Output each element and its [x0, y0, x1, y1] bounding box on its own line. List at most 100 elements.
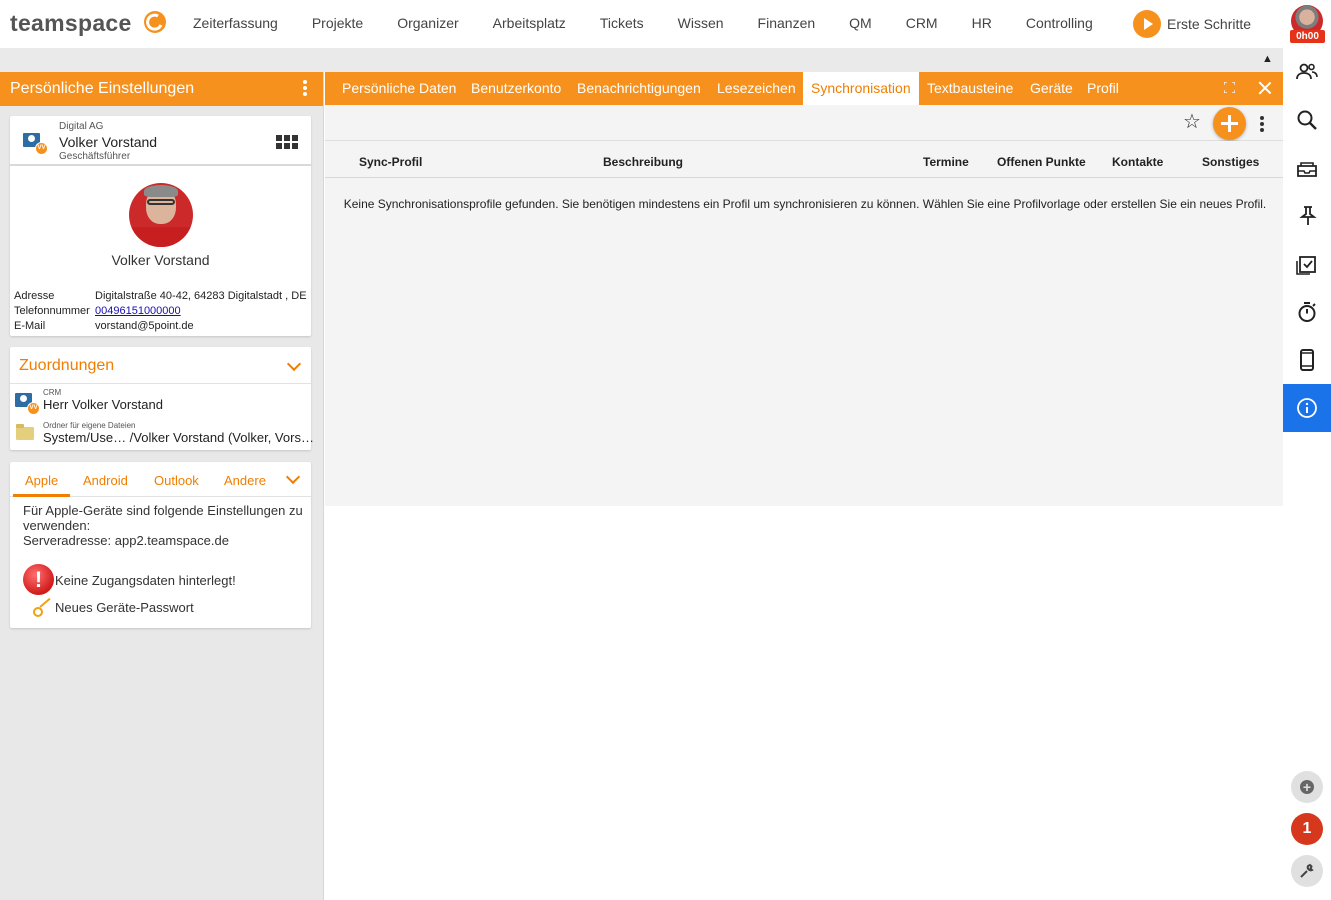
nav-crm[interactable]: CRM [889, 0, 955, 48]
sync-profiles-table: Sync-Profil Beschreibung Termine Offenen… [325, 141, 1283, 506]
table-header: Sync-Profil Beschreibung Termine Offenen… [325, 141, 1283, 178]
first-steps-label: Erste Schritte [1167, 16, 1252, 32]
chevron-down-icon[interactable] [286, 356, 302, 372]
col-offene-punkte[interactable]: Offenen Punkte [997, 155, 1086, 169]
settings-tabbar: Persönliche Daten Benutzerkonto Benachri… [325, 72, 1283, 105]
close-icon[interactable] [1258, 81, 1272, 95]
phone-link[interactable]: 00496151000000 [95, 305, 181, 317]
warning-icon: ! [23, 564, 54, 595]
tab-geraete[interactable]: Geräte [1022, 72, 1081, 105]
assignments-card: Zuordnungen VV CRM Herr Volker Vorstand … [10, 347, 314, 450]
sidebar-header: Persönliche Einstellungen [0, 72, 323, 106]
star-icon[interactable]: ☆ [1183, 111, 1201, 133]
nav-wissen[interactable]: Wissen [661, 0, 741, 48]
nav-organizer[interactable]: Organizer [380, 0, 475, 48]
devices-card: Apple Android Outlook Andere Für Apple-G… [10, 462, 311, 628]
tab-persoenliche-daten[interactable]: Persönliche Daten [334, 72, 464, 105]
crm-label: CRM [43, 388, 62, 397]
folder-icon [16, 424, 34, 440]
profile-role: Geschäftsführer [59, 151, 131, 162]
address-value: Digitalstraße 40-42, 64283 Digitalstadt … [95, 290, 307, 302]
col-beschreibung[interactable]: Beschreibung [603, 155, 683, 169]
crm-link[interactable]: Herr Volker Vorstand [43, 397, 163, 412]
tab-synchronisation[interactable]: Synchronisation [803, 72, 919, 105]
nav-finanzen[interactable]: Finanzen [741, 0, 833, 48]
inbox-icon[interactable] [1283, 144, 1331, 192]
tab-apple[interactable]: Apple [25, 473, 58, 488]
mobile-icon[interactable] [1283, 336, 1331, 384]
nav-tickets[interactable]: Tickets [583, 0, 661, 48]
email-row: E-Mail vorstand@5point.de [14, 320, 194, 332]
pin-icon[interactable] [1283, 192, 1331, 240]
profile-card: VV Digital AG Volker Vorstand Geschäftsf… [10, 116, 311, 336]
tab-textbausteine[interactable]: Textbausteine [919, 72, 1021, 105]
address-row: Adresse Digitalstraße 40-42, 64283 Digita… [14, 290, 307, 302]
active-tab-indicator [13, 494, 70, 497]
grid-icon[interactable] [276, 135, 298, 149]
tab-andere[interactable]: Andere [224, 473, 266, 488]
profile-card-header: VV Digital AG Volker Vorstand Geschäftsf… [10, 116, 311, 166]
timer-icon[interactable] [1283, 288, 1331, 336]
sidebar-title: Persönliche Einstellungen [10, 80, 195, 97]
new-device-password-link[interactable]: Neues Geräte-Passwort [55, 600, 194, 615]
notifications-badge[interactable]: 1 [1291, 813, 1323, 845]
contact-card-icon: VV [23, 132, 49, 155]
email-label: E-Mail [14, 320, 46, 332]
profile-photo[interactable] [129, 183, 193, 247]
fullscreen-icon[interactable] [1224, 82, 1235, 93]
email-value: vorstand@5point.de [95, 320, 194, 332]
device-intro-text: Für Apple-Geräte sind folgende Einstellu… [23, 503, 303, 533]
content-toolbar: ☆ [325, 105, 1283, 141]
tasks-icon[interactable] [1283, 240, 1331, 288]
folder-link[interactable]: System/Use… /Volker Vorstand (Volker, Vo… [43, 430, 314, 445]
divider [10, 383, 311, 384]
contacts-icon[interactable] [1283, 48, 1331, 96]
tab-lesezeichen[interactable]: Lesezeichen [709, 72, 804, 105]
timer-badge[interactable]: 0h00 [1290, 30, 1325, 43]
tab-outlook[interactable]: Outlook [154, 473, 199, 488]
tab-benachrichtigungen[interactable]: Benachrichtigungen [569, 72, 709, 105]
phone-row: Telefonnummer 00496151000000 [14, 305, 181, 317]
col-termine[interactable]: Termine [923, 155, 969, 169]
collapse-strip [0, 48, 1283, 72]
chevron-down-icon[interactable] [285, 469, 301, 485]
phone-label: Telefonnummer [14, 305, 90, 317]
kebab-menu-icon[interactable] [303, 80, 307, 98]
nav-arbeitsplatz[interactable]: Arbeitsplatz [476, 0, 583, 48]
profile-name: Volker Vorstand [59, 134, 158, 150]
info-icon[interactable] [1283, 384, 1331, 432]
key-icon[interactable] [33, 597, 55, 618]
tab-android[interactable]: Android [83, 473, 128, 488]
add-widget-button[interactable] [1291, 771, 1323, 803]
device-instructions: Für Apple-Geräte sind folgende Einstellu… [23, 503, 308, 548]
tab-profil[interactable]: Profil [1079, 72, 1127, 105]
wrench-icon[interactable] [1291, 855, 1323, 887]
company-name: Digital AG [59, 121, 104, 132]
add-profile-button[interactable] [1213, 107, 1246, 140]
assignments-title[interactable]: Zuordnungen [19, 357, 114, 375]
nav-projekte[interactable]: Projekte [295, 0, 380, 48]
no-credentials-warning: Keine Zugangsdaten hinterlegt! [55, 573, 236, 588]
tab-benutzerkonto[interactable]: Benutzerkonto [463, 72, 569, 105]
play-icon [1133, 10, 1161, 38]
nav-controlling[interactable]: Controlling [1009, 0, 1110, 48]
device-tabs: Apple Android Outlook Andere [10, 462, 311, 497]
app-logo[interactable]: teamspace [10, 10, 132, 37]
logo-mark-icon [144, 11, 166, 33]
top-navigation: teamspace Zeiterfassung Projekte Organiz… [0, 0, 1331, 48]
col-kontakte[interactable]: Kontakte [1112, 155, 1163, 169]
settings-sidebar: Persönliche Einstellungen VV Digital AG … [0, 72, 324, 900]
col-sonstiges[interactable]: Sonstiges [1202, 155, 1259, 169]
nav-zeiterfassung[interactable]: Zeiterfassung [176, 0, 295, 48]
nav-qm[interactable]: QM [832, 0, 889, 48]
more-options-icon[interactable] [1260, 116, 1264, 134]
col-sync-profil[interactable]: Sync-Profil [359, 155, 422, 169]
search-icon[interactable] [1283, 96, 1331, 144]
collapse-up-icon[interactable]: ▲ [1262, 53, 1273, 65]
crm-contact-icon: VV [15, 392, 41, 415]
profile-full-name: Volker Vorstand [111, 252, 210, 268]
empty-state-message: Keine Synchronisationsprofile gefunden. … [343, 197, 1267, 211]
folder-label: Ordner für eigene Dateien [43, 421, 136, 430]
nav-hr[interactable]: HR [955, 0, 1009, 48]
first-steps-button[interactable]: Erste Schritte [1133, 10, 1251, 38]
